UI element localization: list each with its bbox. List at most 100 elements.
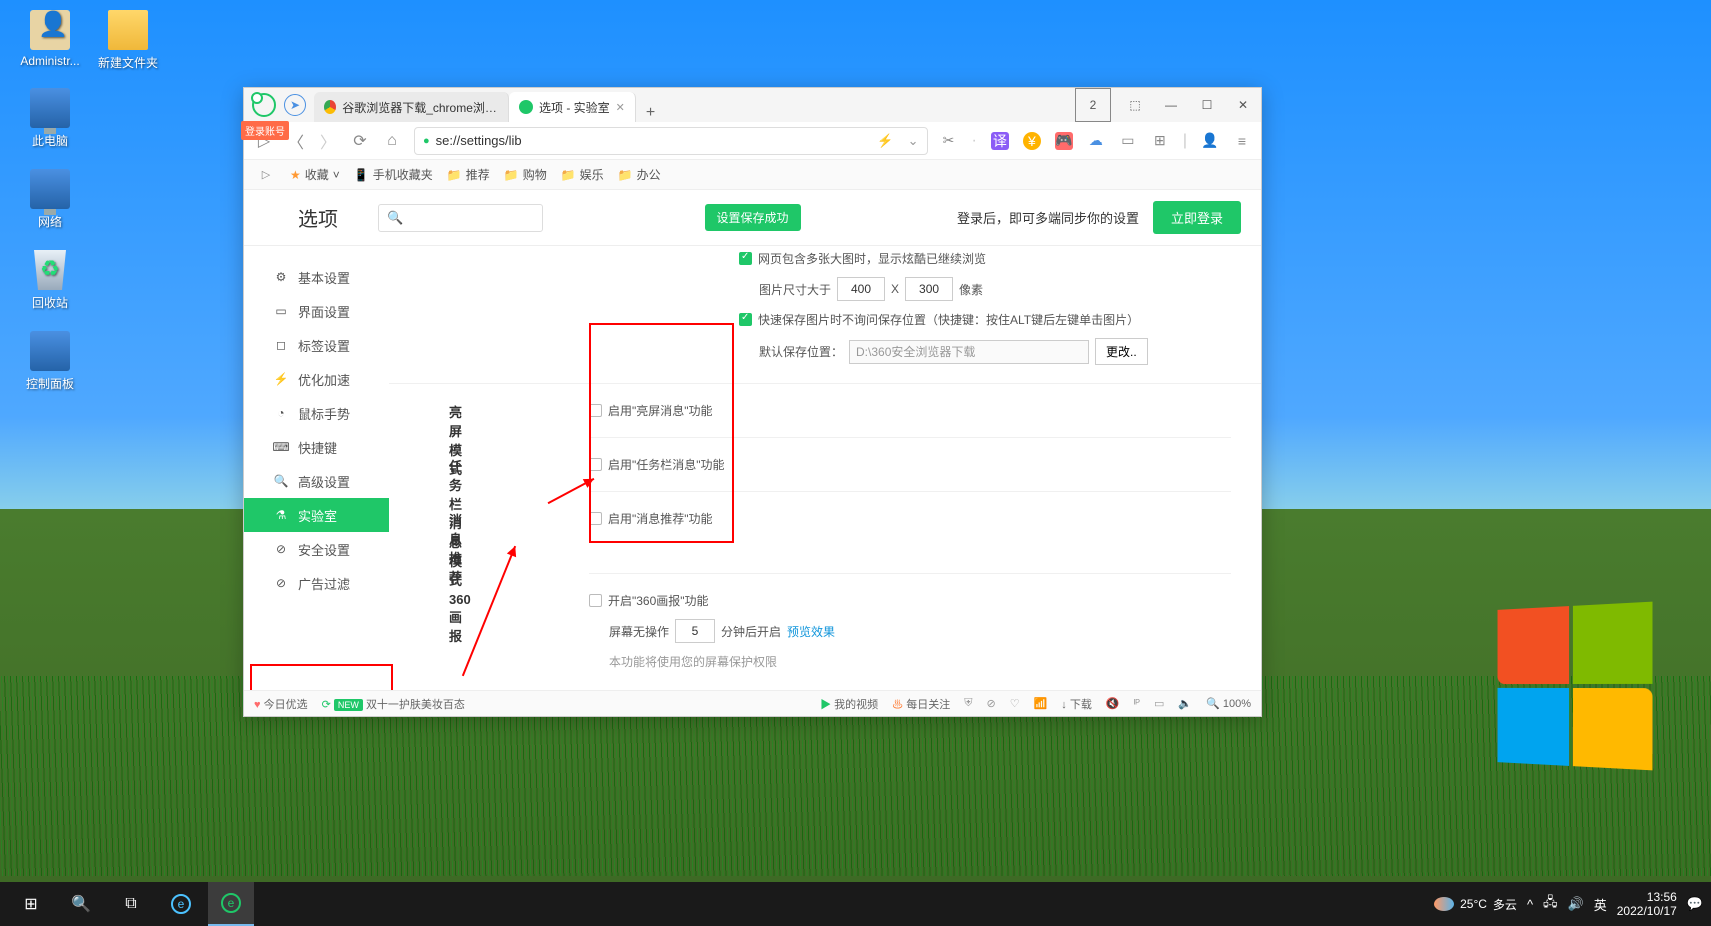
- folder-icon: 📁: [618, 168, 633, 182]
- tray-network-icon[interactable]: 🖧: [1543, 893, 1558, 915]
- tray-chevron-icon[interactable]: ^: [1527, 897, 1533, 912]
- login-badge[interactable]: 登录账号: [241, 121, 289, 140]
- sidebar-item-advanced[interactable]: 🔍高级设置: [244, 464, 389, 498]
- tray-notifications-icon[interactable]: 💬: [1687, 896, 1703, 912]
- input-image-height[interactable]: [905, 277, 953, 301]
- sidebar-item-adblock[interactable]: ⊘广告过滤: [244, 566, 389, 600]
- panel-icon: [30, 331, 70, 371]
- search-button[interactable]: 🔍: [58, 882, 104, 926]
- section-taskbar-msg: 任务栏消息模式 启用"任务栏消息"功能: [589, 438, 1231, 492]
- tab-options-lab[interactable]: 选项 - 实验室 ✕: [509, 92, 636, 122]
- screenshot-icon[interactable]: ▭: [1154, 697, 1164, 710]
- ip-icon[interactable]: ᴵᴾ: [1134, 698, 1140, 710]
- tray-ime[interactable]: 英: [1594, 895, 1607, 914]
- taskbar-360browser[interactable]: e: [208, 882, 254, 926]
- today-picks[interactable]: ♥ 今日优选: [254, 696, 308, 712]
- bookmark-folder-4[interactable]: 📁办公: [618, 166, 661, 183]
- mute-icon[interactable]: 🔇: [1106, 697, 1120, 710]
- desktop-icon-this-pc[interactable]: 此电脑: [12, 88, 88, 149]
- heart-status-icon[interactable]: ♡: [1010, 697, 1020, 710]
- checkbox-bright[interactable]: [589, 404, 602, 417]
- desktop-icon-network[interactable]: 网络: [12, 169, 88, 230]
- options-search-input[interactable]: 🔍: [378, 204, 543, 232]
- block-status-icon[interactable]: ⊘: [986, 697, 995, 710]
- taskview-icon: ⧉: [125, 895, 136, 913]
- desktop-icon-new-folder[interactable]: 新建文件夹: [90, 10, 166, 71]
- send-icon[interactable]: ➤: [284, 94, 306, 116]
- reload-button[interactable]: ⟳: [350, 131, 370, 151]
- scissors-icon[interactable]: ✂: [940, 132, 958, 150]
- checkbox-pictorial[interactable]: [589, 594, 602, 607]
- sidebar-item-interface[interactable]: ▭界面设置: [244, 294, 389, 328]
- input-idle-minutes[interactable]: [675, 619, 715, 643]
- sidebar-item-security[interactable]: ⊘安全设置: [244, 532, 389, 566]
- change-path-button[interactable]: 更改..: [1095, 338, 1148, 365]
- bookmarks-toggle-icon[interactable]: ▷: [256, 168, 276, 181]
- extension-icon[interactable]: ▭: [1119, 132, 1137, 150]
- bookmark-mobile[interactable]: 📱手机收藏夹: [354, 166, 433, 183]
- checkbox-push[interactable]: [589, 512, 602, 525]
- back-button[interactable]: 〈: [286, 129, 306, 153]
- tab-chrome-download[interactable]: 谷歌浏览器下载_chrome浏览器官: [314, 92, 509, 122]
- download-status[interactable]: ↓ 下载: [1061, 696, 1092, 712]
- weather-widget[interactable]: 25°C 多云: [1434, 896, 1517, 913]
- new-tab-button[interactable]: +: [636, 104, 665, 122]
- bookmark-favorites[interactable]: ★收藏 ˅: [290, 166, 340, 183]
- folder-icon: [108, 10, 148, 50]
- advanced-icon: 🔍: [274, 474, 288, 488]
- my-video[interactable]: ▶ 我的视频: [820, 696, 878, 712]
- bookmark-folder-2[interactable]: 📁购物: [504, 166, 547, 183]
- translate-icon[interactable]: 译: [991, 132, 1009, 150]
- forward-button[interactable]: 〉: [318, 129, 338, 153]
- account-icon[interactable]: 👤: [1201, 132, 1219, 150]
- url-input[interactable]: ● se://settings/lib ⚡ ⌄: [414, 127, 928, 155]
- sidebar-item-basic[interactable]: ⚙基本设置: [244, 260, 389, 294]
- tab-close-icon[interactable]: ✕: [616, 101, 625, 114]
- login-now-button[interactable]: 立即登录: [1153, 201, 1241, 234]
- signal-status-icon[interactable]: 📶: [1034, 697, 1048, 710]
- checkbox-taskbar-msg[interactable]: [589, 458, 602, 471]
- taskbar-edge[interactable]: e: [158, 882, 204, 926]
- system-clock[interactable]: 13:56 2022/10/17: [1617, 890, 1677, 919]
- preview-link[interactable]: 预览效果: [787, 623, 835, 640]
- browser360-icon: e: [221, 893, 241, 913]
- game-icon[interactable]: 🎮: [1055, 132, 1073, 150]
- promo-link[interactable]: ⟳ NEW 双十一护肤美妆百态: [322, 696, 465, 712]
- shield-status-icon[interactable]: ⛨: [964, 697, 972, 710]
- input-save-path[interactable]: [849, 340, 1089, 364]
- tray-volume-icon[interactable]: 🔊: [1568, 896, 1584, 912]
- window-minimize-button[interactable]: ―: [1153, 88, 1189, 122]
- checkbox-quicksave[interactable]: [739, 313, 752, 326]
- sidebar-item-lab[interactable]: ⚗实验室: [244, 498, 389, 532]
- taskview-button[interactable]: ⧉: [108, 882, 154, 926]
- bookmarks-bar: ▷ ★收藏 ˅ 📱手机收藏夹 📁推荐 📁购物 📁娱乐 📁办公: [244, 160, 1261, 190]
- home-button[interactable]: ⌂: [382, 132, 402, 150]
- volume-icon[interactable]: 🔈: [1178, 697, 1192, 710]
- bookmark-folder-3[interactable]: 📁娱乐: [561, 166, 604, 183]
- sidebar-item-optimize[interactable]: ⚡优化加速: [244, 362, 389, 396]
- dropdown-icon[interactable]: ⌄: [908, 133, 919, 149]
- window-close-button[interactable]: ✕: [1225, 88, 1261, 122]
- menu-button[interactable]: ≡: [1233, 132, 1251, 150]
- browser-logo-icon[interactable]: [252, 93, 276, 117]
- cloud-icon[interactable]: ☁: [1087, 132, 1105, 150]
- window-skin-button[interactable]: ⬚: [1117, 88, 1153, 122]
- zoom-level[interactable]: 🔍 100%: [1206, 697, 1251, 710]
- apps-icon[interactable]: ⊞: [1151, 132, 1169, 150]
- desktop-icon-recycle[interactable]: 回收站: [12, 250, 88, 311]
- input-image-width[interactable]: [837, 277, 885, 301]
- sidebar-item-gestures[interactable]: ◔鼠标手势: [244, 396, 389, 430]
- window-maximize-button[interactable]: ☐: [1189, 88, 1225, 122]
- tab-count[interactable]: 2: [1075, 88, 1111, 122]
- sidebar-item-tabs[interactable]: ◻标签设置: [244, 328, 389, 362]
- sidebar-item-shortcuts[interactable]: ⌨快捷键: [244, 430, 389, 464]
- checkbox-multiimage[interactable]: [739, 252, 752, 265]
- coin-icon[interactable]: ¥: [1023, 132, 1041, 150]
- speed-icon[interactable]: ⚡: [877, 133, 893, 149]
- desktop-icon-administrator[interactable]: Administr...: [12, 10, 88, 68]
- bookmark-folder-1[interactable]: 📁推荐: [447, 166, 490, 183]
- desktop-icon-control-panel[interactable]: 控制面板: [12, 331, 88, 392]
- daily-follow[interactable]: ♨ 每日关注: [892, 696, 950, 712]
- start-button[interactable]: ⊞: [8, 882, 54, 926]
- section-image: 网页包含多张大图时，显示炫酷已继续浏览 图片尺寸大于 X 像素 快速保存图片时不…: [389, 246, 1261, 384]
